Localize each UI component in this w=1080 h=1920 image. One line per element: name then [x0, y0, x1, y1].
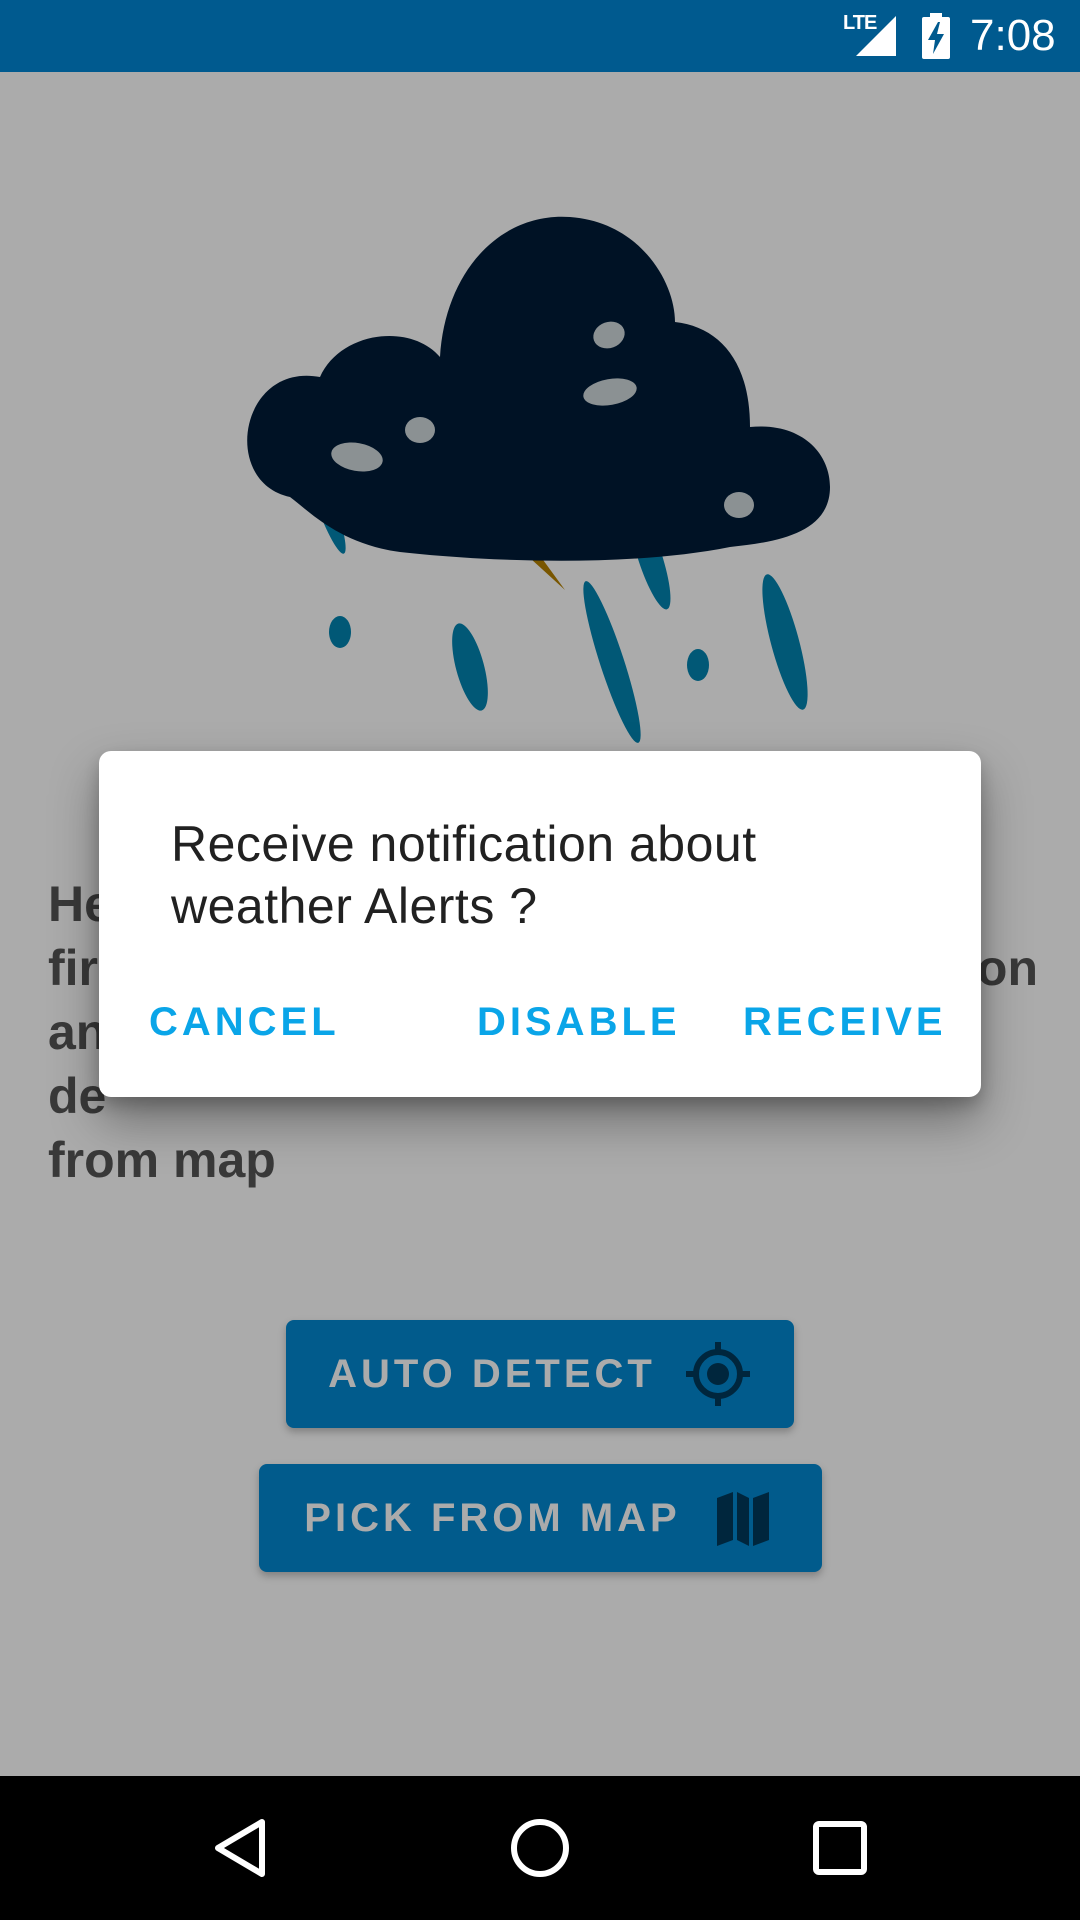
navigation-bar [0, 1776, 1080, 1920]
disable-button[interactable]: DISABLE [477, 991, 681, 1053]
clock: 7:08 [970, 11, 1056, 60]
back-icon[interactable] [200, 1806, 284, 1890]
battery-charging-icon [922, 13, 950, 59]
signal-icon [856, 16, 896, 56]
status-bar: LTE 7:08 [0, 0, 1080, 72]
receive-button[interactable]: RECEIVE [743, 991, 947, 1053]
cancel-button[interactable]: CANCEL [149, 991, 340, 1053]
weather-alerts-dialog: Receive notification about weather Alert… [99, 751, 981, 1097]
home-icon[interactable] [498, 1806, 582, 1890]
dialog-message: Receive notification about weather Alert… [171, 816, 757, 934]
recents-icon[interactable] [798, 1806, 882, 1890]
